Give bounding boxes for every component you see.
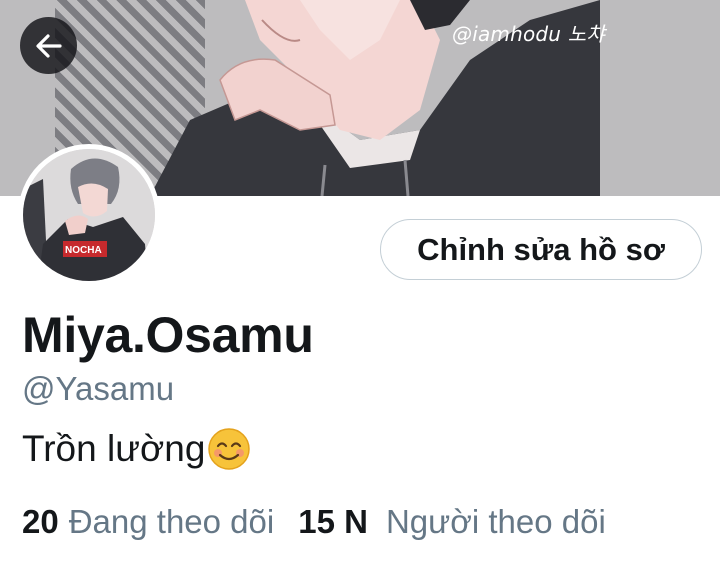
following-link[interactable]: 20 Đang theo dõi <box>22 503 274 541</box>
arrow-left-icon <box>35 33 62 58</box>
following-count: 20 <box>22 503 59 540</box>
user-handle: @Yasamu <box>22 370 175 407</box>
avatar-shirt-text: NOCHA <box>65 245 102 256</box>
following-label: Đang theo dõi <box>68 503 275 540</box>
followers-label: Người theo dõi <box>385 503 606 540</box>
smiling-face-emoji-icon <box>208 428 251 470</box>
edit-profile-button[interactable]: Chỉnh sửa hồ sơ <box>380 219 702 280</box>
back-button[interactable] <box>20 17 77 74</box>
display-name: Miya.Osamu <box>22 307 314 363</box>
followers-link[interactable]: 15 N Người theo dõi <box>298 503 606 541</box>
follow-stats: 20 Đang theo dõi 15 N Người theo dõi <box>22 503 606 541</box>
bio: Trồn lườn g <box>22 427 251 471</box>
bio-text: Trồn lườn <box>22 428 185 469</box>
banner-watermark: @iamhodu 노챠 <box>452 22 605 46</box>
avatar-image: NOCHA <box>23 149 155 281</box>
bio-text-end: g <box>184 428 206 469</box>
avatar[interactable]: NOCHA <box>18 144 160 286</box>
followers-count: 15 N <box>298 503 368 540</box>
